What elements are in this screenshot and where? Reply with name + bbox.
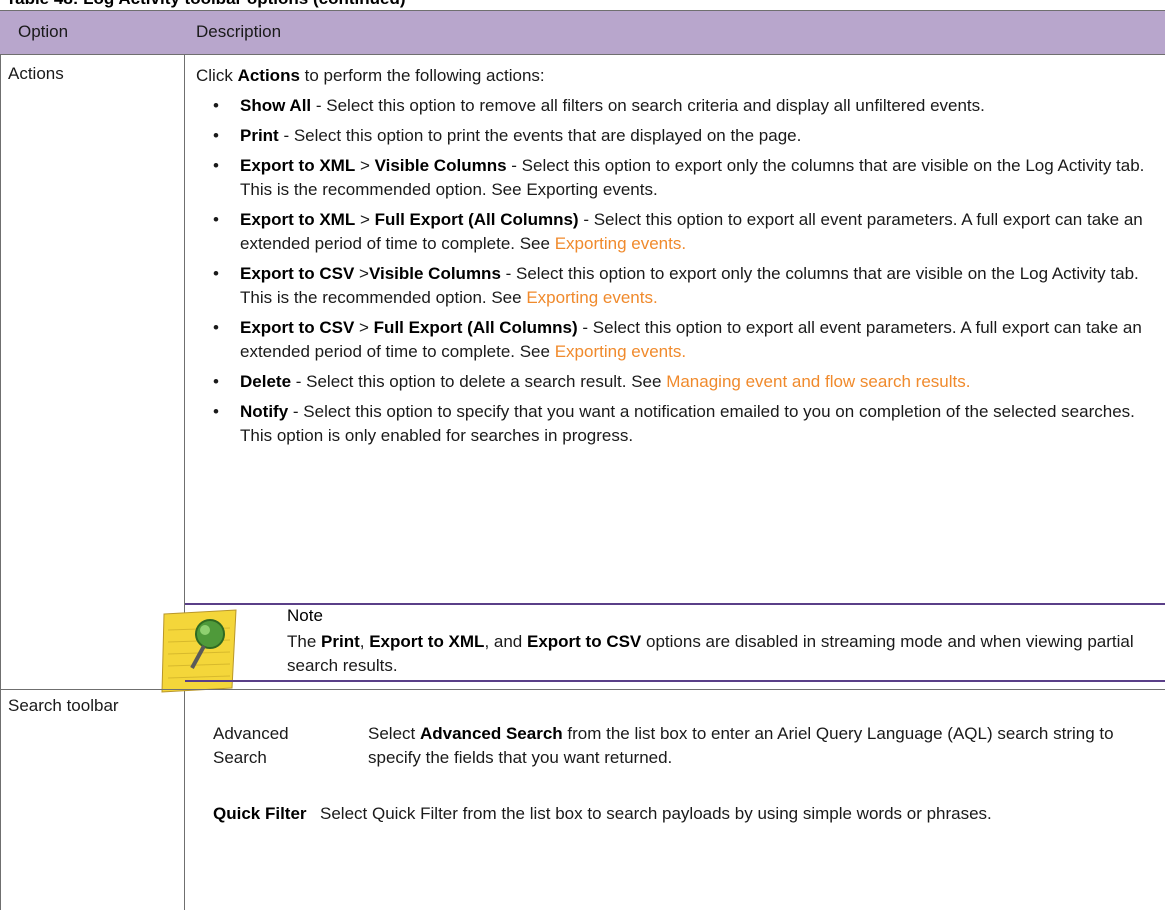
- table-header-row: Option Description: [0, 10, 1165, 55]
- item-keyword-2: Full Export (All Columns): [373, 318, 578, 337]
- note-top-rule: [185, 603, 1165, 605]
- intro-text: Click: [196, 66, 238, 85]
- option-search-toolbar: Search toolbar: [8, 696, 119, 715]
- list-item: • Export to CSV > Full Export (All Column…: [196, 316, 1156, 364]
- term-quick-filter: Quick Filter: [213, 804, 307, 823]
- bullet-icon: •: [213, 96, 219, 115]
- item-keyword: Show All: [240, 96, 312, 115]
- item-keyword: Print: [240, 126, 279, 145]
- item-keyword: Export to XML: [240, 156, 356, 175]
- list-item: • Export to XML > Full Export (All Column…: [196, 208, 1156, 256]
- header-description: Description: [196, 22, 282, 41]
- note-keyword-xml: Export to XML: [369, 632, 485, 651]
- note-text-pre: The: [287, 632, 322, 651]
- item-keyword: Export to XML: [240, 210, 356, 229]
- list-item: • Show All - Select this option to remove…: [196, 94, 1156, 118]
- bullet-icon: •: [213, 156, 219, 175]
- item-keyword-2: Visible Columns: [374, 156, 507, 175]
- note-text-mid: ,: [359, 632, 370, 651]
- item-separator: >: [355, 210, 375, 229]
- advanced-search-description: Select Advanced Search from the list box…: [368, 722, 1158, 770]
- actions-list: • Show All - Select this option to remove…: [196, 94, 1156, 448]
- exporting-events-link[interactable]: Exporting events.: [526, 288, 657, 307]
- bullet-icon: •: [213, 126, 219, 145]
- table-left-border: [0, 10, 1, 910]
- list-item: • Notify - Select this option to specify …: [196, 400, 1156, 448]
- desc-text: Select: [368, 724, 420, 743]
- bullet-icon: •: [213, 402, 219, 421]
- item-text: - Select this option to print the events…: [278, 126, 802, 145]
- note-text: The Print, Export to XML, and Export to …: [287, 630, 1157, 678]
- item-text: - Select this option to specify that you…: [240, 402, 1135, 445]
- exporting-events-link[interactable]: Exporting events.: [555, 234, 686, 253]
- column-divider: [184, 10, 185, 910]
- list-item: • Export to CSV >Visible Columns - Select…: [196, 262, 1156, 310]
- exporting-events-link[interactable]: Exporting events.: [555, 342, 686, 361]
- quick-filter-description: Select Quick Filter from the list box to…: [320, 804, 992, 823]
- row-divider: [0, 689, 1165, 690]
- item-separator: >: [354, 264, 369, 283]
- desc-keyword: Advanced Search: [419, 724, 563, 743]
- list-item: • Delete - Select this option to delete a…: [196, 370, 1156, 394]
- item-keyword-2: Full Export (All Columns): [374, 210, 579, 229]
- item-separator: >: [354, 318, 374, 337]
- table-caption: Table 48: Log Activity toolbar options (…: [6, 0, 406, 9]
- actions-description: Click Actions to perform the following a…: [196, 64, 1156, 454]
- item-separator: >: [355, 156, 375, 175]
- term-advanced-search: Advanced Search: [213, 724, 289, 767]
- options-table: Option Description Actions Click Actions…: [0, 10, 1165, 910]
- item-text: - Select this option to delete a search …: [291, 372, 667, 391]
- list-item: • Print - Select this option to print the…: [196, 124, 1156, 148]
- note-text-mid2: , and: [484, 632, 527, 651]
- item-keyword: Delete: [240, 372, 292, 391]
- item-text: - Select this option to remove all filte…: [311, 96, 985, 115]
- item-keyword: Export to CSV: [240, 318, 355, 337]
- note-keyword-csv: Export to CSV: [526, 632, 642, 651]
- note-keyword-print: Print: [321, 632, 360, 651]
- bullet-icon: •: [213, 210, 219, 229]
- item-keyword: Export to CSV: [240, 264, 355, 283]
- bullet-icon: •: [213, 264, 219, 283]
- intro-keyword: Actions: [237, 66, 300, 85]
- managing-search-results-link[interactable]: Managing event and flow search results.: [666, 372, 970, 391]
- list-item: • Export to XML > Visible Columns - Selec…: [196, 154, 1156, 202]
- intro-text-end: to perform the following actions:: [299, 66, 545, 85]
- bullet-icon: •: [213, 372, 219, 391]
- item-keyword-2: Visible Columns: [368, 264, 501, 283]
- note-title: Note: [287, 606, 323, 625]
- header-option: Option: [18, 22, 69, 41]
- bullet-icon: •: [213, 318, 219, 337]
- note-bottom-rule: [185, 680, 1165, 682]
- item-keyword: Notify: [240, 402, 289, 421]
- option-actions: Actions: [8, 64, 64, 83]
- actions-intro: Click Actions to perform the following a…: [196, 64, 1156, 88]
